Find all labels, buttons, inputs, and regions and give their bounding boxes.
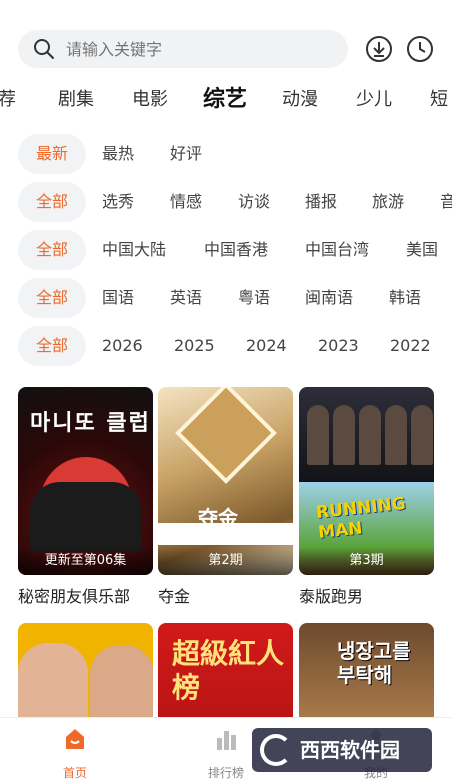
filter-chip[interactable]: 播报 <box>305 182 337 222</box>
nav-home[interactable]: 首页 <box>35 726 115 781</box>
poster-title-art: 超級紅人榜 <box>172 637 285 704</box>
filter-chip[interactable]: 情感 <box>170 182 202 222</box>
filter-chip[interactable]: 美国 <box>406 230 438 270</box>
home-icon <box>66 729 84 749</box>
card-title: 秘密朋友俱乐部 <box>18 587 131 606</box>
filter-chip[interactable]: 音 <box>440 182 452 222</box>
download-icon[interactable] <box>365 35 393 63</box>
filter-chip[interactable]: 选秀 <box>102 182 134 222</box>
search-input[interactable] <box>66 39 306 59</box>
poster-title-art: 마니또 클럽 <box>30 411 151 436</box>
filter-chip[interactable]: 最新 <box>18 134 86 174</box>
filter-chip[interactable]: 2022 <box>390 326 431 366</box>
watermark: 西西软件园 <box>252 728 432 772</box>
episode-label: 第3期 <box>299 547 434 575</box>
poster-title-art: 냉장고를 부탁해 <box>337 639 411 687</box>
poster-graphic <box>307 405 433 465</box>
filter-chip[interactable]: 粤语 <box>238 278 270 318</box>
ranking-icon <box>217 731 236 750</box>
filter-chip[interactable]: 旅游 <box>372 182 404 222</box>
filter-chip[interactable]: 2023 <box>318 326 359 366</box>
filter-chip[interactable]: 2025 <box>174 326 215 366</box>
filter-chip[interactable]: 韩语 <box>389 278 421 318</box>
filter-chip[interactable]: 中国大陆 <box>102 230 166 270</box>
filter-chip[interactable]: 全部 <box>18 230 86 270</box>
filter-chip[interactable]: 2024 <box>246 326 287 366</box>
filter-row-type: 全部 选秀 情感 访谈 播报 旅游 音 <box>0 182 452 222</box>
filter-chip[interactable]: 闽南语 <box>305 278 353 318</box>
watermark-text: 西西软件园 <box>300 738 400 762</box>
tab-variety[interactable]: 综艺 <box>203 84 247 116</box>
filter-chip[interactable]: 访谈 <box>238 182 270 222</box>
search-icon <box>34 39 54 59</box>
watermark-logo-icon <box>260 734 292 766</box>
poster-graphic <box>175 387 277 484</box>
poster-image: 夺金 第2期 <box>158 387 293 575</box>
tab-recommend[interactable]: 荐 <box>0 84 16 116</box>
filter-chip[interactable]: 中国台湾 <box>305 230 369 270</box>
search-bar[interactable] <box>18 30 348 68</box>
filter-chip[interactable]: 好评 <box>170 134 202 174</box>
episode-label: 更新至第06集 <box>18 547 153 575</box>
tab-series[interactable]: 剧集 <box>58 84 94 116</box>
filter-chip[interactable]: 全部 <box>18 182 86 222</box>
filter-chip[interactable]: 中国香港 <box>204 230 268 270</box>
filter-chip[interactable]: 最热 <box>102 134 134 174</box>
filter-chip[interactable]: 国语 <box>102 278 134 318</box>
filter-chip[interactable]: 2026 <box>102 326 143 366</box>
poster-image: 마니또 클럽 更新至第06集 <box>18 387 153 575</box>
show-card[interactable]: 夺金 第2期 夺金 <box>158 387 293 607</box>
filter-chip[interactable]: 英语 <box>170 278 202 318</box>
tab-anime[interactable]: 动漫 <box>282 84 318 116</box>
tab-shorts[interactable]: 短 <box>430 84 448 116</box>
category-tabs: 荐 剧集 电影 综艺 动漫 少儿 短 <box>0 84 452 118</box>
card-title: 泰版跑男 <box>299 587 364 606</box>
tab-kids[interactable]: 少儿 <box>356 84 392 116</box>
episode-label: 第2期 <box>158 547 293 575</box>
nav-label: 首页 <box>62 766 87 780</box>
poster-graphic <box>30 482 142 552</box>
tab-movies[interactable]: 电影 <box>132 84 168 116</box>
filter-row-region: 全部 中国大陆 中国香港 中国台湾 美国 <box>0 230 452 270</box>
filter-row-language: 全部 国语 英语 粤语 闽南语 韩语 <box>0 278 452 318</box>
filter-chip[interactable]: 全部 <box>18 326 86 366</box>
poster-graphic <box>299 387 434 482</box>
filter-row-year: 全部 2026 2025 2024 2023 2022 <box>0 326 452 366</box>
history-icon[interactable] <box>406 35 434 63</box>
top-bar <box>0 0 452 75</box>
poster-image: RUNNING MAN 第3期 <box>299 387 434 575</box>
show-card[interactable]: 마니또 클럽 更新至第06集 秘密朋友俱乐部 <box>18 387 153 607</box>
card-title: 夺金 <box>158 587 191 606</box>
filter-row-sort: 最新 最热 好评 <box>0 134 452 174</box>
show-card[interactable]: RUNNING MAN 第3期 泰版跑男 <box>299 387 434 607</box>
poster-graphic <box>158 523 293 545</box>
filter-chip[interactable]: 全部 <box>18 278 86 318</box>
